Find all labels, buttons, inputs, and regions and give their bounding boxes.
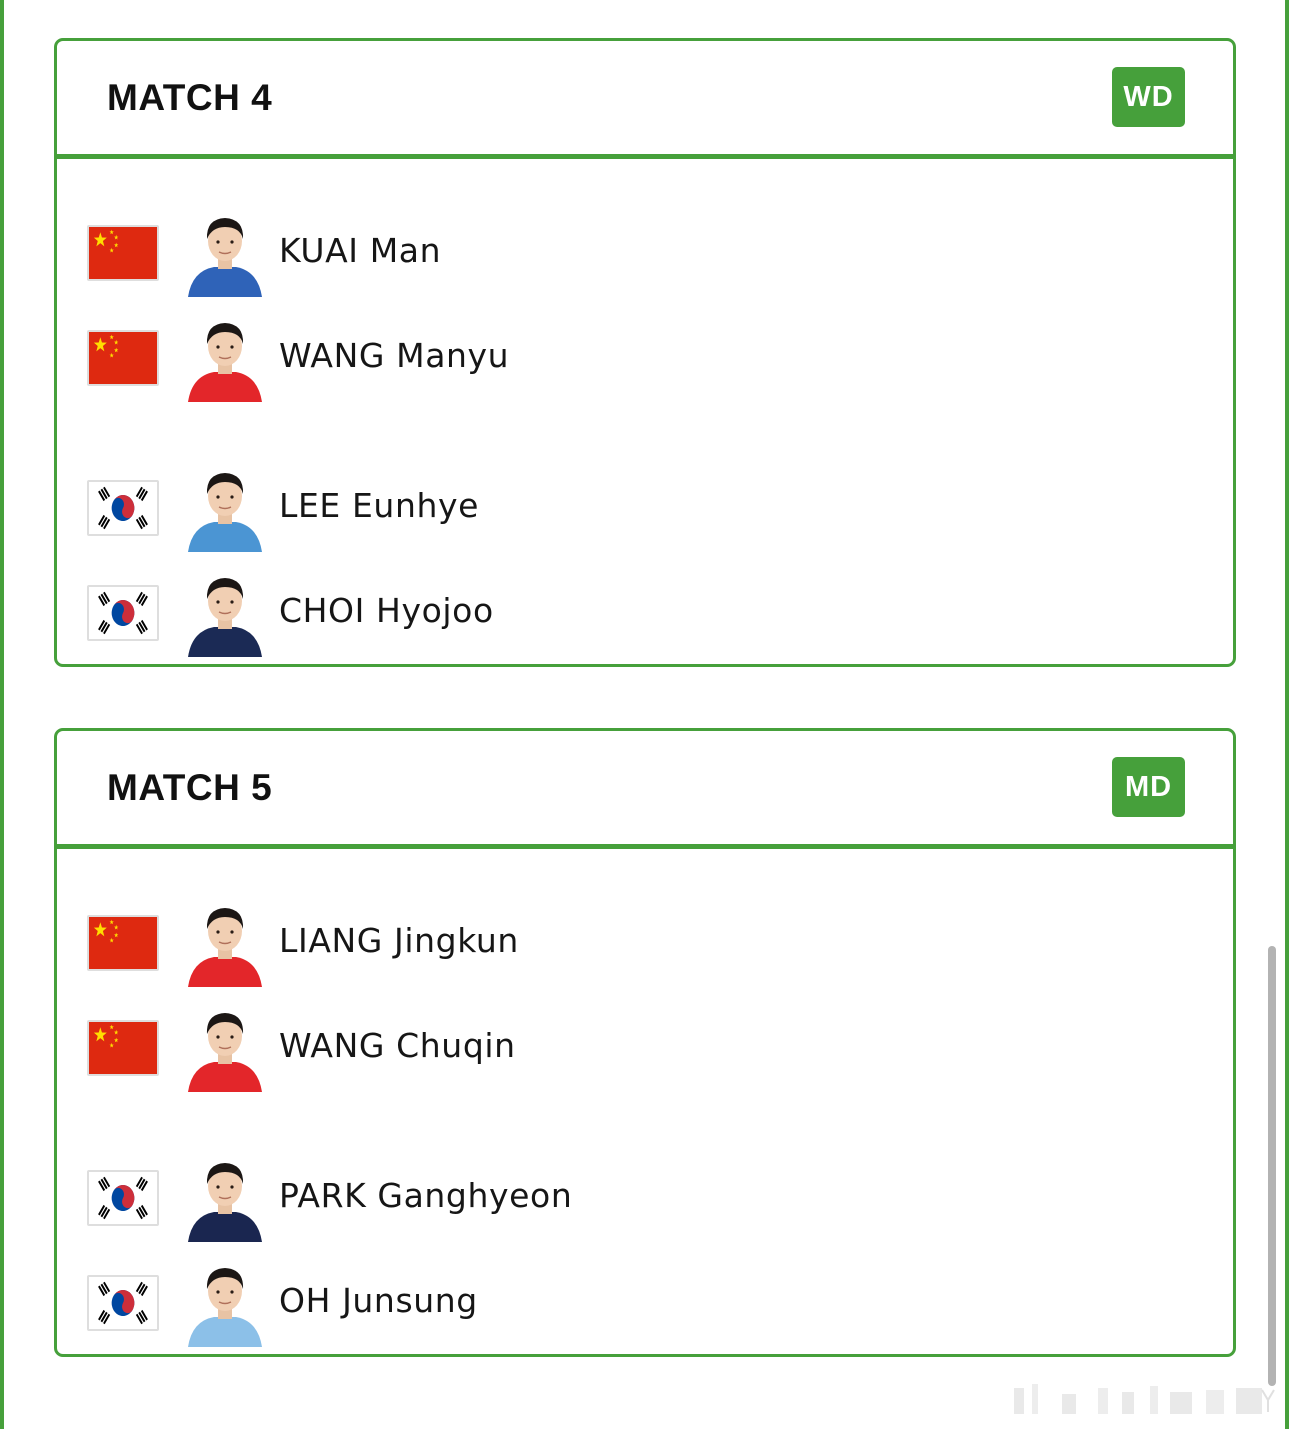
player-row[interactable]: LIANG Jingkun	[57, 895, 1233, 991]
china-flag-icon	[87, 330, 159, 386]
match-title: MATCH 5	[107, 767, 273, 808]
china-flag-icon	[87, 1020, 159, 1076]
player-avatar	[184, 1004, 266, 1092]
event-badge[interactable]: MD	[1112, 757, 1185, 817]
player-name[interactable]: LEE Eunhye	[279, 486, 479, 525]
player-list: LIANG Jingkun WANG Chuqin PARK Ganghyeon…	[57, 849, 1233, 1354]
match-header: MATCH 5 MD	[57, 731, 1233, 849]
player-avatar	[184, 1259, 266, 1347]
player-row[interactable]: LEE Eunhye	[57, 460, 1233, 556]
player-name[interactable]: PARK Ganghyeon	[279, 1176, 572, 1215]
player-name[interactable]: KUAI Man	[279, 231, 441, 270]
korea-flag-icon	[87, 585, 159, 641]
player-name[interactable]: LIANG Jingkun	[279, 921, 519, 960]
player-name[interactable]: WANG Chuqin	[279, 1026, 516, 1065]
page-border-right	[1285, 0, 1289, 1429]
match-card: MATCH 4 WD KUAI Man WANG Manyu LEE Eunhy…	[54, 38, 1236, 667]
player-row[interactable]: WANG Manyu	[57, 310, 1233, 406]
korea-flag-icon	[87, 1170, 159, 1226]
player-row[interactable]: CHOI Hyojoo	[57, 565, 1233, 661]
player-row[interactable]: WANG Chuqin	[57, 1000, 1233, 1096]
player-avatar	[184, 569, 266, 657]
scrollbar-thumb[interactable]	[1268, 946, 1276, 1386]
player-row[interactable]: OH Junsung	[57, 1255, 1233, 1351]
player-avatar	[184, 1154, 266, 1242]
player-name[interactable]: WANG Manyu	[279, 336, 509, 375]
player-avatar	[184, 899, 266, 987]
player-avatar	[184, 314, 266, 402]
match-header: MATCH 4 WD	[57, 41, 1233, 159]
player-avatar	[184, 209, 266, 297]
match-card: MATCH 5 MD LIANG Jingkun WANG Chuqin PAR…	[54, 728, 1236, 1357]
player-name[interactable]: OH Junsung	[279, 1281, 478, 1320]
korea-flag-icon	[87, 1275, 159, 1331]
player-name[interactable]: CHOI Hyojoo	[279, 591, 494, 630]
china-flag-icon	[87, 225, 159, 281]
player-row[interactable]: PARK Ganghyeon	[57, 1150, 1233, 1246]
china-flag-icon	[87, 915, 159, 971]
match-title: MATCH 4	[107, 77, 273, 118]
korea-flag-icon	[87, 480, 159, 536]
event-badge[interactable]: WD	[1112, 67, 1185, 127]
page-border-left	[0, 0, 4, 1429]
player-list: KUAI Man WANG Manyu LEE Eunhye CHOI Hyoj…	[57, 159, 1233, 664]
player-row[interactable]: KUAI Man	[57, 205, 1233, 301]
watermark-icon	[1014, 1384, 1275, 1414]
player-avatar	[184, 464, 266, 552]
